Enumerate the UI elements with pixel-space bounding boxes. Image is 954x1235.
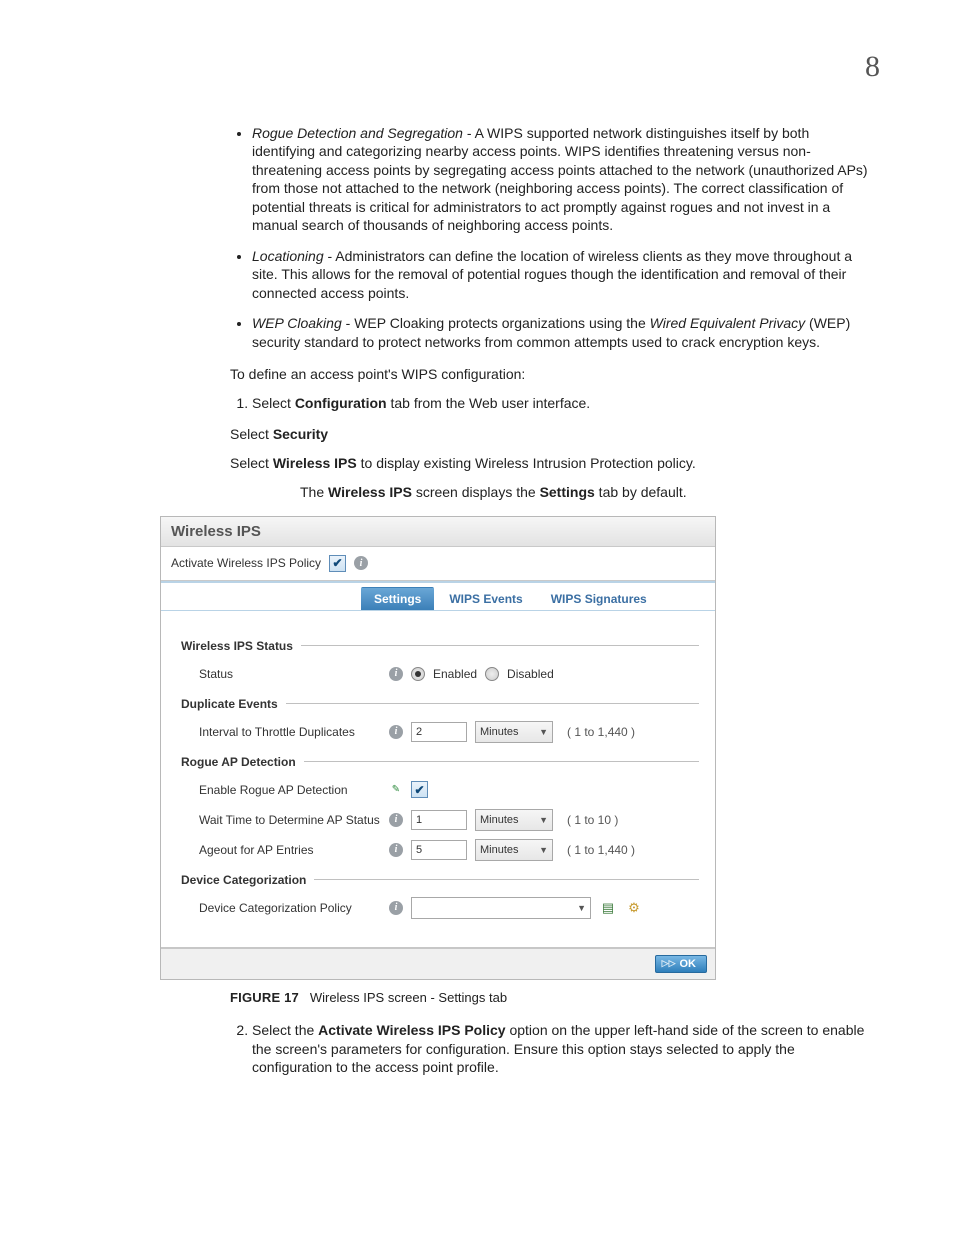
info-icon[interactable]: i [389,843,403,857]
steps-list: Select Configuration tab from the Web us… [230,394,872,413]
fast-forward-icon: ▷▷ [662,958,676,969]
bullet-text: - A WIPS supported network distinguishes… [252,125,868,233]
interval-input[interactable] [411,722,467,742]
panel-body: Wireless IPS Status Status i Enabled Dis… [161,611,715,947]
bullet-term: WEP Cloaking [252,315,342,331]
radio-enabled[interactable] [411,667,425,681]
tab-wips-events[interactable]: WIPS Events [436,587,535,610]
radio-disabled[interactable] [485,667,499,681]
panel-title: Wireless IPS [161,517,715,547]
info-icon[interactable]: i [389,725,403,739]
devcat-select[interactable]: ▼ [411,897,591,919]
field-ageout: Ageout for AP Entries i Minutes▼ ( 1 to … [199,837,699,863]
enable-rogue-checkbox[interactable]: ✔ [411,781,428,798]
field-wait-time: Wait Time to Determine AP Status i Minut… [199,807,699,833]
figure-label: FIGURE 17 [230,990,299,1005]
disabled-label: Disabled [507,667,554,681]
settings-gear-icon[interactable]: ⚙ [625,899,643,917]
info-icon[interactable]: i [389,901,403,915]
interval-label: Interval to Throttle Duplicates [199,725,381,739]
chevron-down-icon: ▼ [539,845,548,855]
ageout-label: Ageout for AP Entries [199,843,381,857]
display-note: The Wireless IPS screen displays the Set… [300,483,872,502]
enabled-label: Enabled [433,667,477,681]
list-item: Select the Activate Wireless IPS Policy … [252,1021,872,1078]
field-status: Status i Enabled Disabled [199,661,699,687]
chevron-down-icon: ▼ [539,727,548,737]
wait-unit-select[interactable]: Minutes▼ [475,809,553,831]
bullet-text: - WEP Cloaking protects organizations us… [342,315,650,331]
tab-bar: Settings WIPS Events WIPS Signatures [161,581,715,611]
field-enable-rogue: Enable Rogue AP Detection ✎ ✔ [199,777,699,803]
panel-footer: ▷▷ OK [161,947,715,979]
bullet-text: - Administrators can define the location… [252,248,852,301]
tab-wips-signatures[interactable]: WIPS Signatures [538,587,660,610]
info-icon[interactable]: i [389,667,403,681]
select-security: Select Security [230,425,872,444]
wait-range: ( 1 to 10 ) [567,813,618,827]
chevron-down-icon: ▼ [577,903,586,913]
chevron-down-icon: ▼ [539,815,548,825]
figure-caption: FIGURE 17 Wireless IPS screen - Settings… [230,990,884,1005]
group-wireless-ips-status: Wireless IPS Status [181,639,699,653]
info-icon[interactable]: i [389,813,403,827]
activate-label: Activate Wireless IPS Policy [171,556,321,570]
bullet-term: Locationing [252,248,324,264]
bullet-term: Rogue Detection and Segregation [252,125,463,141]
wireless-ips-panel: Wireless IPS Activate Wireless IPS Polic… [160,516,716,980]
field-interval: Interval to Throttle Duplicates i Minute… [199,719,699,745]
tab-settings[interactable]: Settings [361,587,434,610]
ageout-range: ( 1 to 1,440 ) [567,843,635,857]
ageout-input[interactable] [411,840,467,860]
interval-unit-select[interactable]: Minutes▼ [475,721,553,743]
pencil-icon[interactable]: ✎ [389,783,403,797]
field-devcat-policy: Device Categorization Policy i ▼ ▤ ⚙ [199,895,699,921]
list-item: Locationing - Administrators can define … [252,247,872,302]
devcat-label: Device Categorization Policy [199,901,381,915]
feature-bullets: Rogue Detection and Segregation - A WIPS… [230,124,872,351]
info-icon[interactable]: i [354,556,368,570]
wait-label: Wait Time to Determine AP Status [199,813,381,827]
group-rogue-ap: Rogue AP Detection [181,755,699,769]
ok-button[interactable]: ▷▷ OK [655,955,707,973]
bullet-term2: Wired Equivalent Privacy [650,315,806,331]
list-item: WEP Cloaking - WEP Cloaking protects org… [252,314,872,351]
list-item: Select Configuration tab from the Web us… [252,394,872,413]
enable-rogue-label: Enable Rogue AP Detection [199,783,381,797]
group-duplicate-events: Duplicate Events [181,697,699,711]
activate-checkbox[interactable]: ✔ [329,555,346,572]
status-label: Status [199,667,381,681]
page-number: 8 [70,50,884,84]
steps-list-continued: Select the Activate Wireless IPS Policy … [230,1021,872,1078]
interval-range: ( 1 to 1,440 ) [567,725,635,739]
figure-text: Wireless IPS screen - Settings tab [310,990,507,1005]
intro-text: To define an access point's WIPS configu… [230,365,872,384]
ageout-unit-select[interactable]: Minutes▼ [475,839,553,861]
select-wireless-ips: Select Wireless IPS to display existing … [230,454,872,473]
wait-input[interactable] [411,810,467,830]
group-device-categorization: Device Categorization [181,873,699,887]
add-policy-icon[interactable]: ▤ [599,899,617,917]
list-item: Rogue Detection and Segregation - A WIPS… [252,124,872,235]
activate-row: Activate Wireless IPS Policy ✔ i [161,547,715,581]
